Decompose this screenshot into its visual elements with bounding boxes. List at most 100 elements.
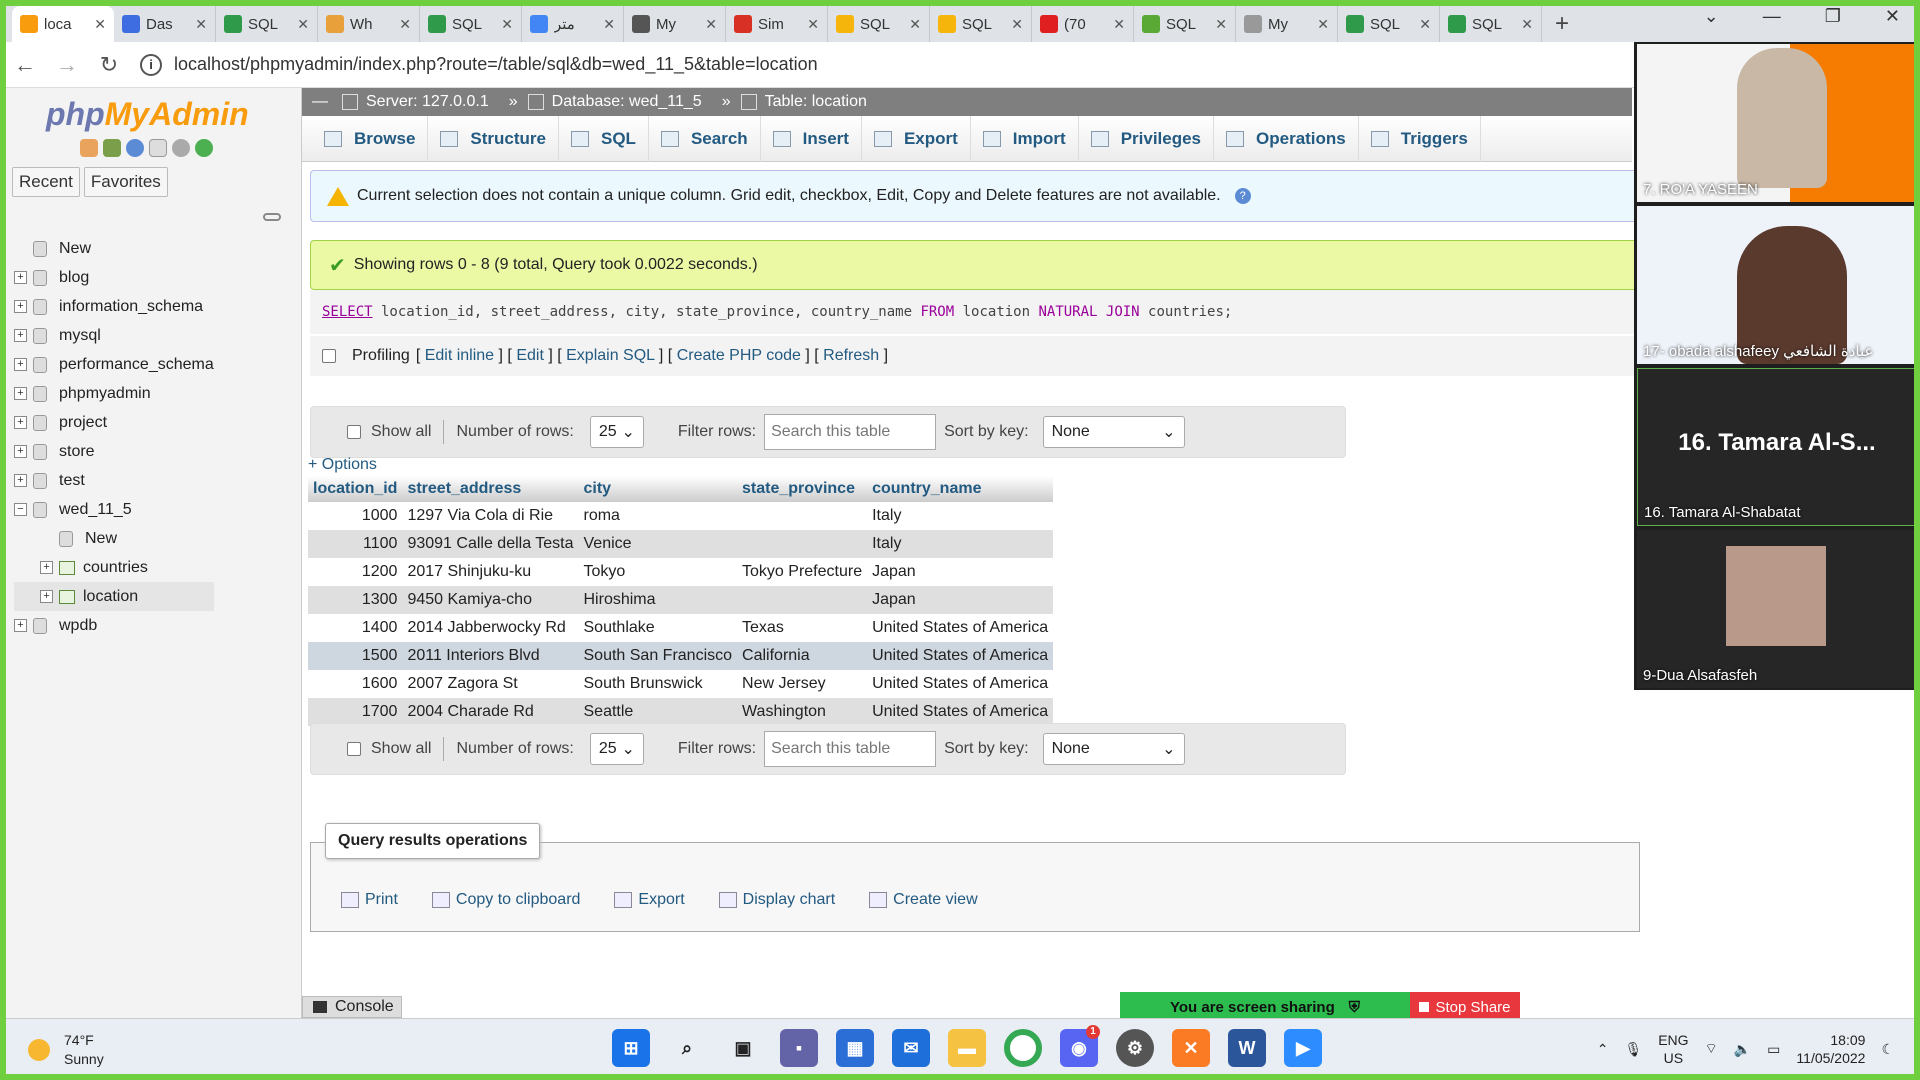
sql-keyword-select[interactable]: SELECT: [322, 304, 373, 320]
browser-tab[interactable]: SQL ✕: [216, 6, 318, 42]
expand-toggle-icon[interactable]: +: [14, 416, 27, 429]
tree-node[interactable]: + project: [14, 408, 214, 437]
file-explorer-icon[interactable]: ▬: [948, 1029, 986, 1067]
query-link[interactable]: Edit inline: [425, 347, 494, 364]
close-tab-icon[interactable]: ✕: [909, 16, 921, 33]
expand-toggle-icon[interactable]: +: [14, 619, 27, 632]
expand-toggle-icon[interactable]: −: [14, 503, 27, 516]
table-row[interactable]: 1000 1297 Via Cola di Rie roma Italy: [308, 502, 1054, 530]
sort-select[interactable]: None ⌄: [1042, 733, 1185, 765]
collapse-toggle[interactable]: —: [312, 93, 328, 111]
tree-node[interactable]: + blog: [14, 263, 214, 292]
sort-select[interactable]: None ⌄: [1042, 416, 1185, 448]
column-header[interactable]: country_name: [867, 476, 1054, 502]
browser-tab[interactable]: SQL ✕: [420, 6, 522, 42]
expand-toggle-icon[interactable]: +: [14, 445, 27, 458]
phpmyadmin-logo[interactable]: phpMyAdmin: [46, 96, 301, 133]
help-icon[interactable]: ?: [1234, 188, 1251, 204]
rows-select[interactable]: 25 ⌄: [589, 733, 644, 765]
close-tab-icon[interactable]: ✕: [1521, 16, 1533, 33]
tree-node[interactable]: + mysql: [14, 321, 214, 350]
close-tab-icon[interactable]: ✕: [195, 16, 207, 33]
tab-export[interactable]: Export: [862, 115, 971, 162]
mail-icon[interactable]: ✉: [892, 1029, 930, 1067]
close-tab-icon[interactable]: ✕: [94, 16, 106, 33]
filter-input[interactable]: Search this table: [764, 731, 937, 767]
home-icon[interactable]: [80, 139, 98, 157]
tree-node[interactable]: + information_schema: [14, 292, 214, 321]
close-tab-icon[interactable]: ✕: [1113, 16, 1125, 33]
table-row[interactable]: 1500 2011 Interiors Blvd South San Francis…: [308, 642, 1054, 670]
close-tab-icon[interactable]: ✕: [297, 16, 309, 33]
qro-link[interactable]: Copy to clipboard: [431, 891, 580, 909]
browser-tab[interactable]: loca ✕: [12, 6, 114, 42]
video-tile-4[interactable]: 9-Dua Alsafasfeh: [1637, 530, 1915, 688]
column-header[interactable]: street_address: [402, 476, 579, 502]
volume-icon[interactable]: 🔈: [1734, 1041, 1751, 1058]
tab-operations[interactable]: Operations: [1214, 115, 1359, 162]
query-link[interactable]: Refresh: [823, 347, 879, 364]
tree-node[interactable]: + store: [14, 437, 214, 466]
weather-widget[interactable]: 74°F Sunny: [28, 1031, 104, 1069]
query-link[interactable]: Explain SQL: [566, 347, 654, 364]
tree-node[interactable]: + location: [14, 582, 214, 611]
browser-tab[interactable]: SQL ✕: [1134, 6, 1236, 42]
docs-icon[interactable]: [149, 139, 167, 157]
new-tab-button[interactable]: +: [1542, 6, 1582, 42]
query-link[interactable]: Edit: [516, 347, 544, 364]
tree-node[interactable]: + wpdb: [14, 611, 214, 640]
column-header[interactable]: city: [578, 476, 738, 502]
browser-tab[interactable]: My ✕: [1236, 6, 1338, 42]
search-icon[interactable]: ⌕: [668, 1029, 706, 1067]
browser-tab[interactable]: My ✕: [624, 6, 726, 42]
tab-triggers[interactable]: Triggers: [1359, 115, 1481, 162]
tab-search[interactable]: Search: [649, 115, 761, 162]
discord-icon[interactable]: ◉ 1: [1060, 1025, 1100, 1067]
maximize-button[interactable]: ❐: [1825, 6, 1841, 27]
favorites-button[interactable]: Favorites: [83, 167, 168, 197]
show-all-checkbox[interactable]: [347, 425, 361, 439]
tree-node[interactable]: New: [14, 234, 214, 263]
qro-link[interactable]: Display chart: [718, 891, 835, 909]
profiling-checkbox[interactable]: [322, 349, 336, 363]
expand-toggle-icon[interactable]: +: [40, 590, 53, 603]
expand-toggle-icon[interactable]: +: [14, 271, 27, 284]
expand-toggle-icon[interactable]: +: [14, 387, 27, 400]
browser-tab[interactable]: Das ✕: [114, 6, 216, 42]
logout-icon[interactable]: [103, 139, 121, 157]
tree-node[interactable]: + performance_schema: [14, 350, 214, 379]
clock[interactable]: 18:09 11/05/2022: [1796, 1031, 1865, 1067]
console-toggle[interactable]: Console: [302, 996, 402, 1018]
column-header[interactable]: location_id: [308, 476, 403, 502]
browser-tab[interactable]: Sim ✕: [726, 6, 828, 42]
word-icon[interactable]: W: [1228, 1029, 1266, 1067]
filter-input[interactable]: Search this table: [764, 414, 937, 450]
tab-insert[interactable]: Insert: [761, 115, 862, 162]
browser-tab[interactable]: SQL ✕: [930, 6, 1032, 42]
recent-button[interactable]: Recent: [12, 167, 80, 197]
video-tile-1[interactable]: 7. RO'A YASEEN: [1637, 44, 1915, 202]
help-icon[interactable]: [126, 139, 144, 157]
chevron-up-icon[interactable]: ⌃: [1597, 1041, 1609, 1058]
link-with-main-icon[interactable]: [263, 213, 281, 221]
site-info-icon[interactable]: i: [140, 53, 162, 76]
microphone-icon[interactable]: 🎙: [1624, 1041, 1642, 1058]
qro-link[interactable]: Create view: [869, 891, 978, 909]
start-icon[interactable]: ⊞: [612, 1029, 650, 1067]
tab-structure[interactable]: Structure: [428, 115, 559, 162]
qro-link[interactable]: Export: [614, 891, 685, 909]
browser-tab[interactable]: SQL ✕: [828, 6, 930, 42]
teams-icon[interactable]: ▪: [780, 1029, 818, 1067]
wifi-icon[interactable]: ⌔: [1705, 1040, 1718, 1058]
close-tab-icon[interactable]: ✕: [399, 16, 411, 33]
table-row[interactable]: 1600 2007 Zagora St South Brunswick New Jer…: [308, 670, 1054, 698]
battery-icon[interactable]: ▭: [1767, 1041, 1780, 1058]
video-tile-3[interactable]: 16. Tamara Al-S... 16. Tamara Al-Shabata…: [1637, 368, 1915, 526]
close-tab-icon[interactable]: ✕: [1317, 16, 1329, 33]
breadcrumb-server[interactable]: Server: 127.0.0.1: [342, 93, 489, 111]
browser-tab[interactable]: (70 ✕: [1032, 6, 1134, 42]
close-tab-icon[interactable]: ✕: [603, 16, 615, 33]
minimize-button[interactable]: —: [1763, 6, 1781, 27]
tree-node[interactable]: New: [14, 524, 214, 553]
tab-search-icon[interactable]: ⌄: [1704, 6, 1719, 27]
